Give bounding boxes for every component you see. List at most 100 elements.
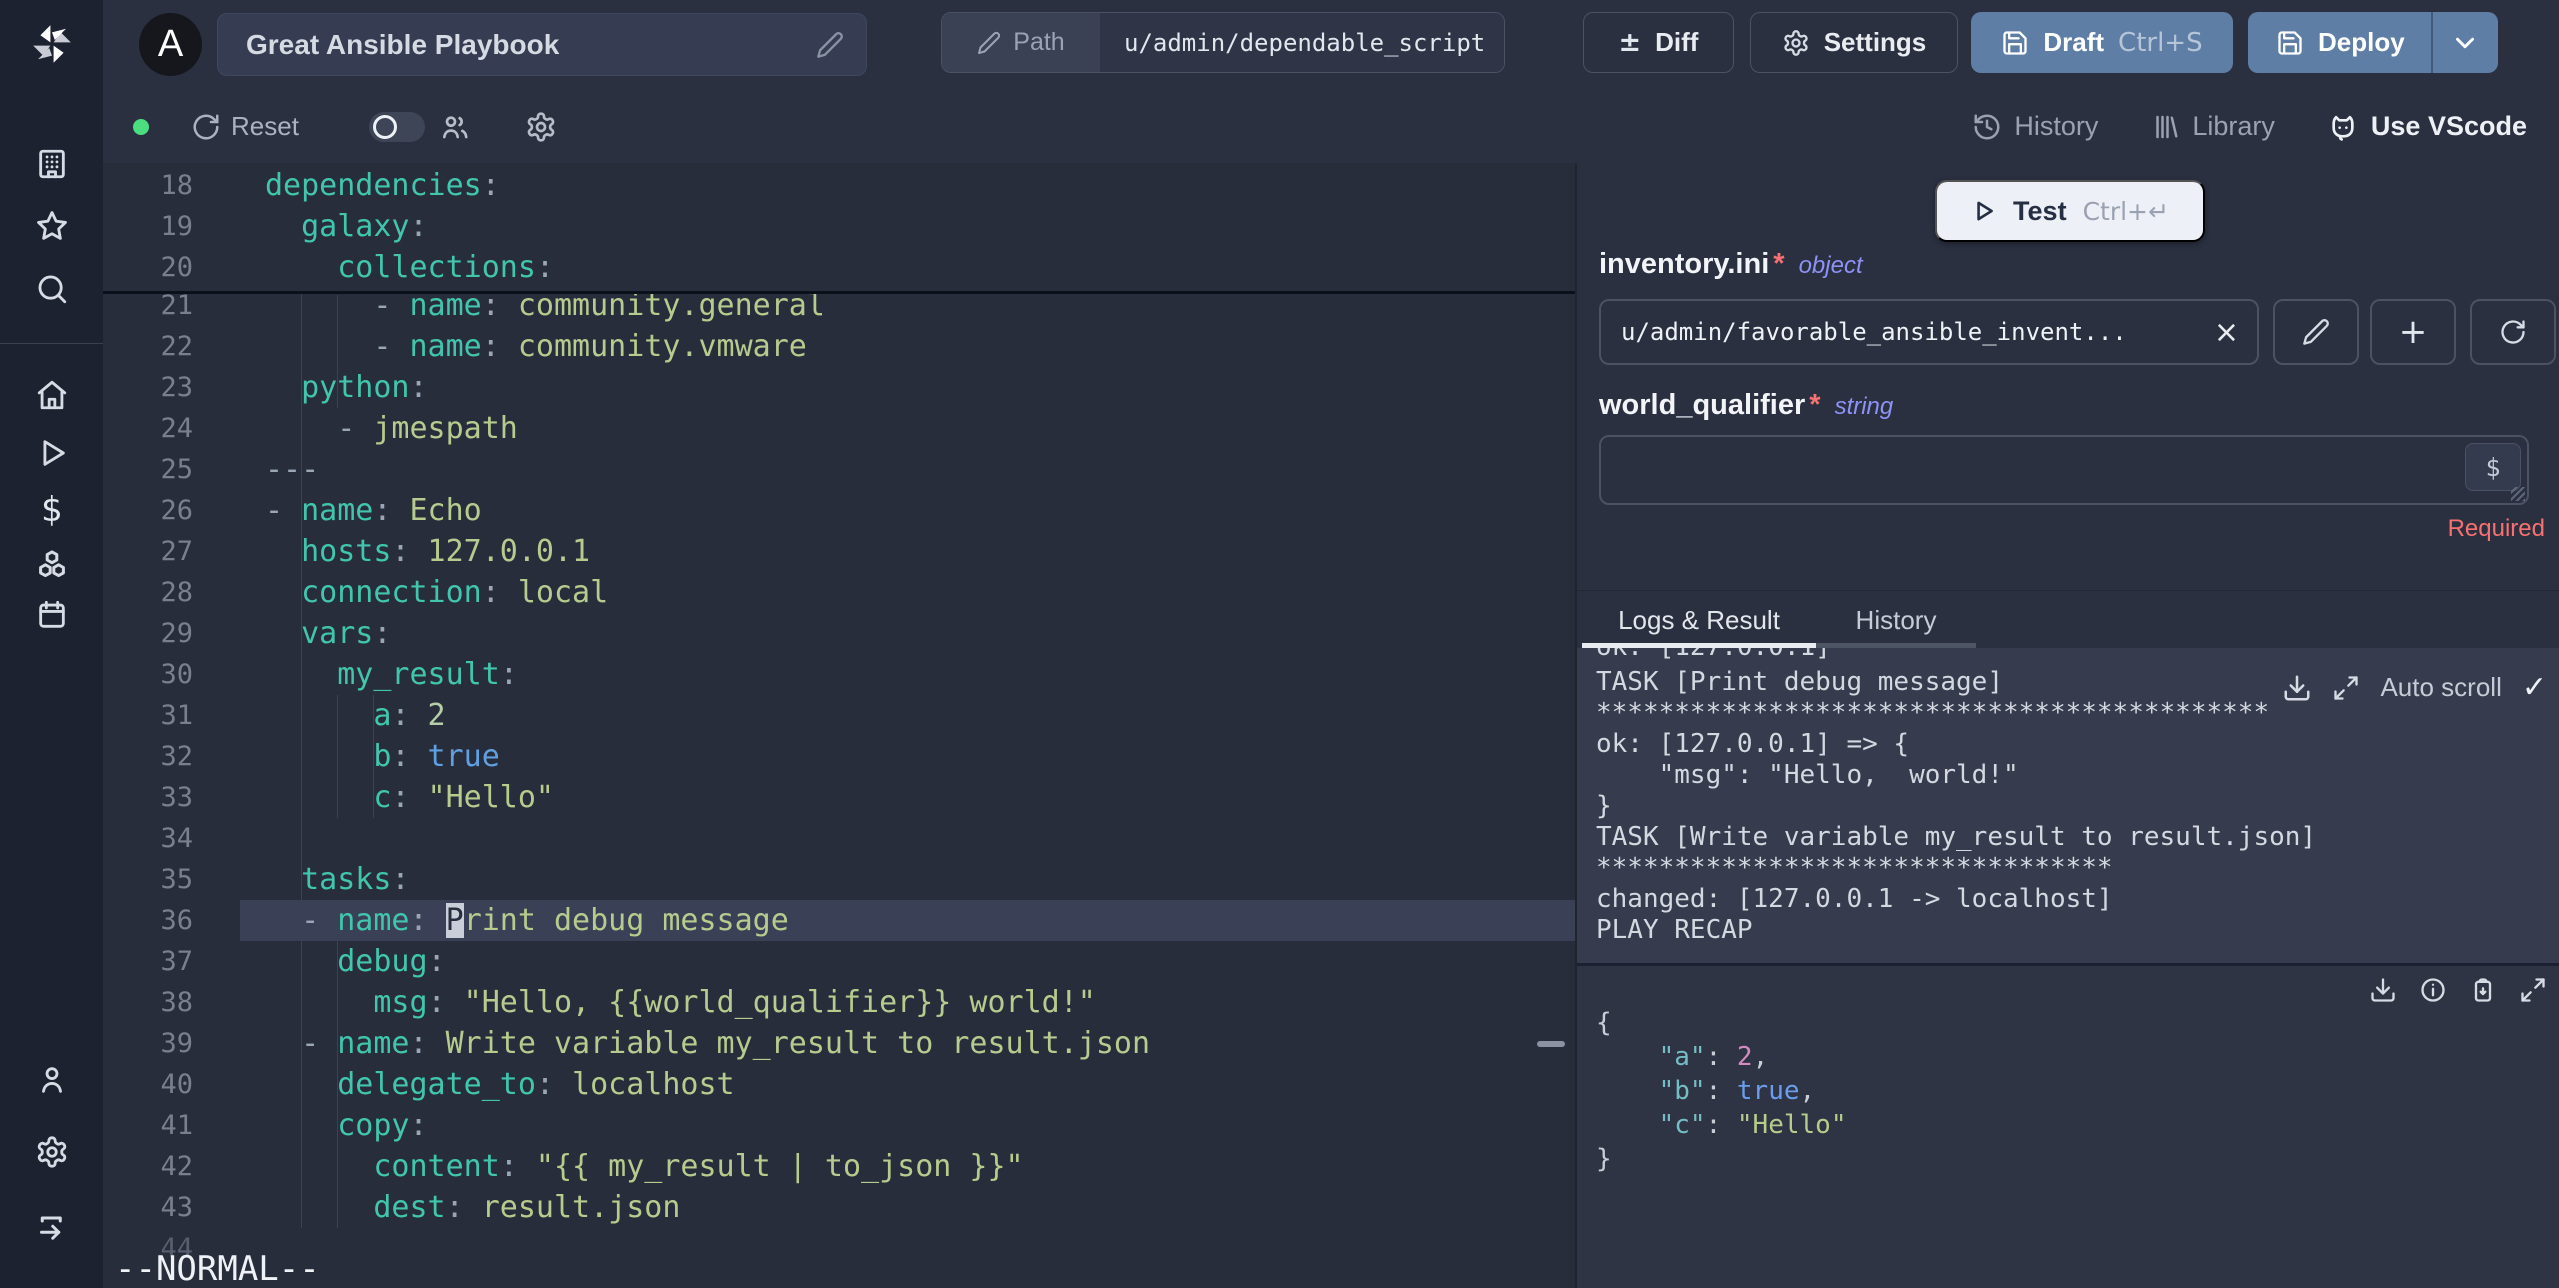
download-icon[interactable]	[2369, 976, 2397, 1004]
diff-button[interactable]: ± Diff	[1583, 12, 1734, 73]
ansible-logo: A	[139, 13, 202, 76]
plus-icon: +	[2398, 312, 2428, 352]
editor-line[interactable]: 41 copy:	[103, 1105, 1575, 1146]
editor-line[interactable]: 31 a: 2	[103, 695, 1575, 736]
deploy-dropdown-button[interactable]	[2433, 12, 2498, 73]
info-icon[interactable]	[2419, 976, 2447, 1004]
settings-button[interactable]: Settings	[1750, 12, 1958, 73]
vim-mode-indicator: --NORMAL--	[115, 1249, 320, 1288]
download-icon[interactable]	[2282, 673, 2312, 703]
editor-line[interactable]: 40 delegate_to: localhost	[103, 1064, 1575, 1105]
windmill-logo[interactable]	[28, 20, 76, 68]
library-button[interactable]: Library	[2150, 111, 2275, 142]
path-label-section: Path	[942, 13, 1100, 72]
editor-line[interactable]: 37 debug:	[103, 941, 1575, 982]
line-number: 28	[160, 577, 193, 608]
editor-line[interactable]: 28 connection: local	[103, 572, 1575, 613]
edit-pencil-icon[interactable]	[816, 31, 844, 59]
panel-tabs: Logs & Result History	[1577, 590, 2559, 649]
result-viewer[interactable]: { "a": 2, "b": true, "c": "Hello"}	[1577, 966, 2559, 1288]
editor-line[interactable]: 29 vars:	[103, 613, 1575, 654]
editor-line[interactable]: 26- name: Echo	[103, 490, 1575, 531]
play-icon[interactable]	[33, 434, 71, 472]
add-resource-button[interactable]: +	[2370, 299, 2456, 365]
path-chip[interactable]: Path u/admin/dependable_script	[941, 12, 1505, 73]
autoscroll-check-icon[interactable]: ✓	[2522, 670, 2547, 705]
line-number: 29	[160, 618, 193, 649]
editor-line[interactable]: 30 my_result:	[103, 654, 1575, 695]
code-editor[interactable]: 21 - name: community.general 22 - name: c…	[103, 163, 1575, 1288]
log-line: ok: [127.0.0.1]	[1596, 648, 2559, 663]
editor-settings-button[interactable]	[525, 90, 557, 163]
gear-icon	[527, 111, 555, 142]
dollar-icon[interactable]: $	[33, 490, 71, 530]
editor-line[interactable]: 33 c: "Hello"	[103, 777, 1575, 818]
deploy-button[interactable]: Deploy	[2248, 12, 2431, 73]
line-number: 26	[160, 495, 193, 526]
line-number: 39	[160, 1028, 193, 1059]
tab-logs-result[interactable]: Logs & Result	[1582, 591, 1816, 649]
app-root: $ A Great Ansible Playbook Path u/admin/…	[0, 0, 2559, 1288]
refresh-resource-button[interactable]	[2470, 299, 2556, 365]
test-button[interactable]: Test Ctrl+↵	[1935, 180, 2205, 242]
clear-icon[interactable]: ×	[2214, 315, 2239, 350]
log-line: *********************************	[1596, 853, 2113, 883]
user-icon[interactable]	[33, 1061, 71, 1099]
building-icon[interactable]	[33, 145, 71, 183]
home-icon[interactable]	[33, 376, 71, 414]
editor-line[interactable]: 18 dependencies:	[103, 165, 1575, 206]
editor-line[interactable]: 23 python:	[103, 367, 1575, 408]
path-label: Path	[1013, 28, 1065, 56]
gear-icon[interactable]	[33, 1133, 71, 1171]
history-button[interactable]: History	[1972, 111, 2098, 142]
logout-icon[interactable]	[33, 1208, 71, 1246]
editor-line[interactable]: 36 - name: Print debug message	[103, 900, 1575, 941]
editor-line[interactable]: 43 dest: result.json	[103, 1187, 1575, 1228]
editor-line[interactable]: 25 ---	[103, 449, 1575, 490]
search-icon[interactable]	[33, 270, 71, 308]
refresh-icon	[2501, 320, 2525, 344]
cubes-icon[interactable]	[33, 547, 71, 585]
editor-line[interactable]: 39 - name: Write variable my_result to r…	[103, 1023, 1575, 1064]
path-value[interactable]: u/admin/dependable_script	[1100, 13, 1504, 72]
tab-history[interactable]: History	[1816, 591, 1976, 649]
editor-line[interactable]: 20 collections:	[103, 247, 1575, 288]
save-icon	[2003, 30, 2028, 55]
editor-line[interactable]: 32 b: true	[103, 736, 1575, 777]
editor-line[interactable]: 44	[103, 1228, 1575, 1269]
diff-mode-toggle[interactable]	[369, 112, 425, 142]
calendar-icon[interactable]	[33, 596, 71, 634]
insert-variable-button[interactable]: $	[2465, 443, 2521, 491]
clipboard-copy-icon[interactable]	[2469, 976, 2497, 1004]
editor-line[interactable]: 24 - jmespath	[103, 408, 1575, 449]
reset-button[interactable]: Reset	[191, 90, 299, 163]
line-number: 24	[160, 413, 193, 444]
line-number: 36	[160, 905, 193, 936]
editor-line[interactable]: 35 tasks:	[103, 859, 1575, 900]
users-icon	[443, 115, 468, 138]
vscode-icon	[2332, 115, 2354, 141]
expand-icon[interactable]	[2332, 674, 2360, 702]
expand-icon[interactable]	[2519, 976, 2547, 1004]
resize-handle[interactable]	[2511, 487, 2525, 501]
script-title-input[interactable]: Great Ansible Playbook	[217, 13, 867, 76]
editor-line[interactable]: 38 msg: "Hello, {{world_qualifier}} worl…	[103, 982, 1575, 1023]
editor-line[interactable]: 27 hosts: 127.0.0.1	[103, 531, 1575, 572]
editor-line[interactable]: 19 galaxy:	[103, 206, 1575, 247]
result-line: "b": true,	[1658, 1076, 1816, 1106]
edit-resource-button[interactable]	[2273, 299, 2359, 365]
editor-line[interactable]: 22 - name: community.vmware	[103, 326, 1575, 367]
draft-button[interactable]: Draft Ctrl+S	[1971, 12, 2233, 73]
editor-line[interactable]: 34	[103, 818, 1575, 859]
world-qualifier-input[interactable]: $	[1599, 435, 2529, 505]
log-output[interactable]: ok: [127.0.0.1]TASK [Print debug message…	[1577, 648, 2559, 963]
inventory-resource-input[interactable]: u/admin/favorable_ansible_invent... ×	[1599, 299, 2259, 365]
collaborators-button[interactable]	[439, 90, 471, 163]
line-number: 20	[160, 252, 193, 283]
use-vscode-button[interactable]: Use VScode	[2327, 111, 2527, 143]
star-icon[interactable]	[33, 207, 71, 245]
sidebar: $	[0, 0, 103, 1288]
line-number: 34	[160, 823, 193, 854]
editor-line[interactable]: 42 content: "{{ my_result | to_json }}"	[103, 1146, 1575, 1187]
panel-splitter-handle[interactable]	[1537, 1041, 1565, 1047]
